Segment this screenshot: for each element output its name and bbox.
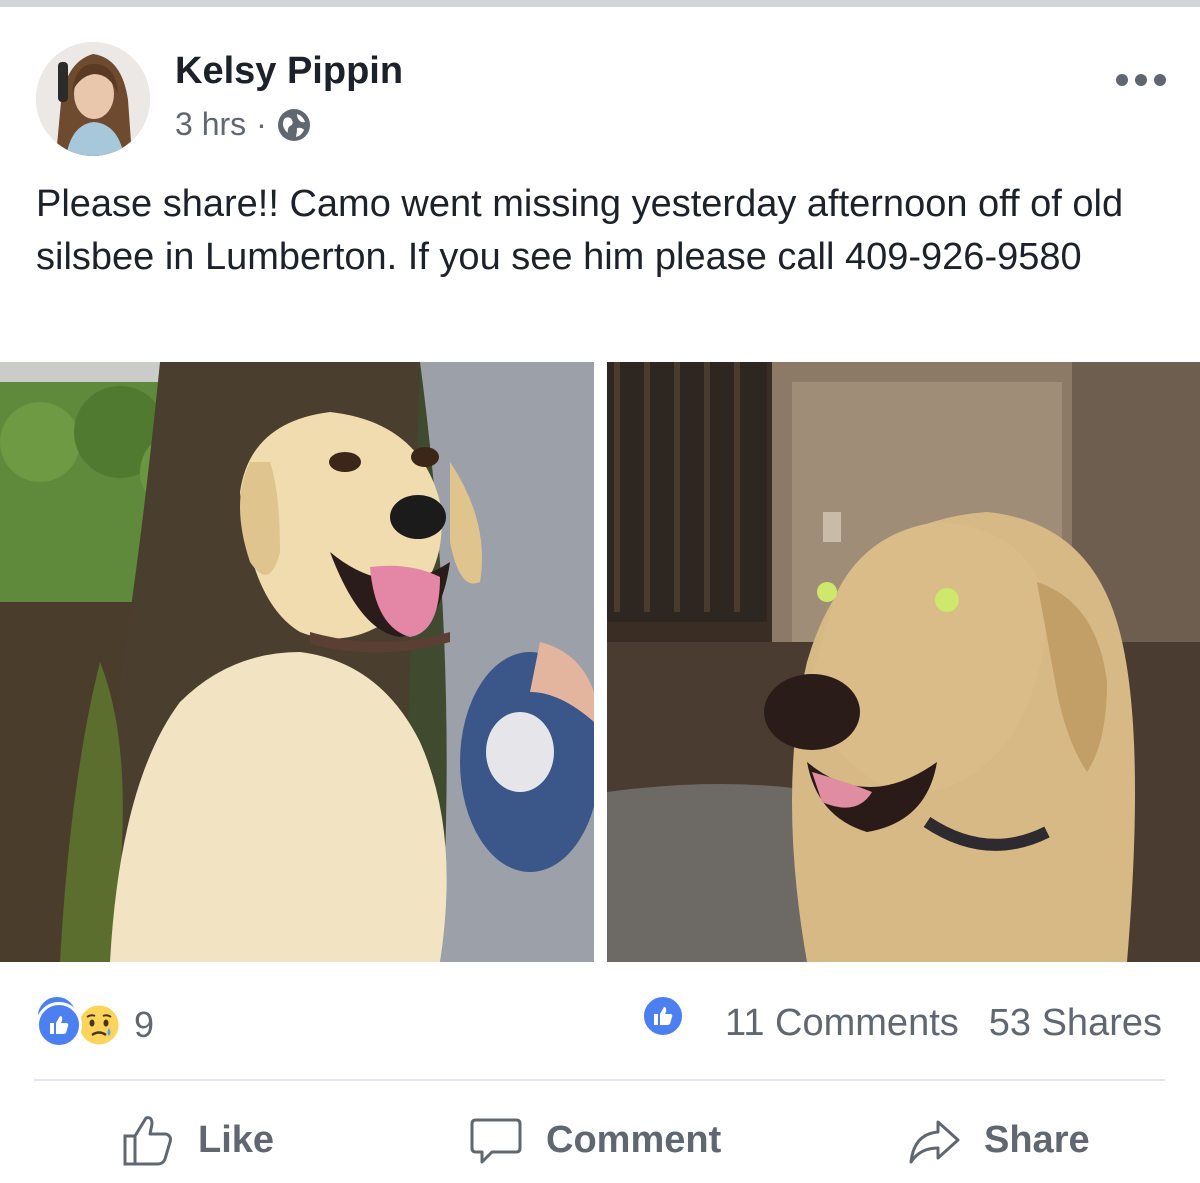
reaction-count: 9 (134, 1004, 155, 1045)
post-time[interactable]: 3 hrs (175, 106, 246, 143)
share-label: Share (984, 1118, 1090, 1161)
post-meta: 3 hrs · (175, 106, 311, 143)
photo-like-count: 1 (693, 996, 712, 1035)
share-button[interactable]: Share (906, 1110, 1090, 1170)
divider (34, 1079, 1165, 1081)
thumbs-up-icon (123, 1116, 172, 1166)
share-icon (909, 1120, 960, 1164)
comment-icon (470, 1118, 522, 1164)
post-text: Please share!! Camo went missing yesterd… (36, 183, 1124, 278)
avatar-photo (36, 42, 150, 156)
like-reaction-icon (36, 1002, 82, 1048)
shares-count[interactable]: 53 Shares (989, 1002, 1162, 1045)
globe-icon (277, 108, 311, 142)
more-options-icon[interactable] (1115, 70, 1167, 90)
post-header: Kelsy Pippin 3 hrs · (0, 40, 1200, 160)
avatar[interactable] (36, 42, 150, 156)
post-stats: 11 Comments 53 Shares (725, 1002, 1162, 1045)
like-icon (641, 994, 685, 1038)
meta-separator: · (256, 106, 267, 142)
author-name[interactable]: Kelsy Pippin (175, 50, 403, 93)
sad-reaction-icon (76, 1002, 122, 1048)
comment-button[interactable]: Comment (468, 1110, 721, 1170)
dog-photo (607, 362, 1200, 962)
comments-count[interactable]: 11 Comments (725, 1002, 959, 1045)
comment-label: Comment (546, 1118, 722, 1161)
dog-photo (0, 362, 594, 962)
top-border (0, 0, 1200, 7)
like-button[interactable]: Like (120, 1110, 274, 1170)
post-photo[interactable] (0, 362, 594, 962)
like-label: Like (198, 1118, 275, 1161)
action-bar: Like Comment Share (0, 1110, 1200, 1170)
post-photo[interactable] (607, 362, 1200, 962)
reaction-summary[interactable]: 9 (36, 1000, 154, 1050)
